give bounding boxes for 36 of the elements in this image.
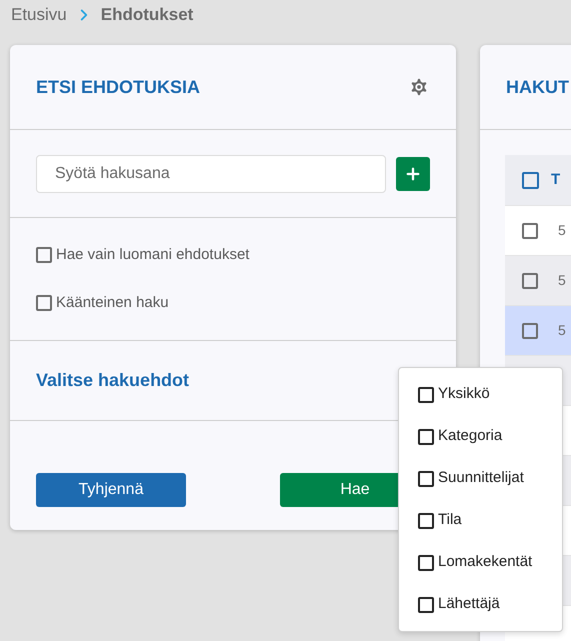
checkbox[interactable] bbox=[522, 222, 538, 238]
table-row[interactable]: 5 bbox=[505, 305, 571, 355]
checkbox-label: Hae vain luomani ehdotukset bbox=[56, 244, 250, 264]
column-header[interactable]: T bbox=[551, 168, 560, 192]
checkbox[interactable] bbox=[36, 246, 52, 263]
menu-item[interactable]: Suunnittelijat bbox=[438, 467, 524, 490]
table-cell-text: 5 bbox=[558, 221, 566, 240]
section-title[interactable]: Valitse hakuehdot bbox=[36, 367, 190, 394]
menu-item[interactable]: Tila bbox=[438, 509, 462, 532]
checkbox[interactable] bbox=[418, 428, 434, 444]
menu-item[interactable]: Lähettäjä bbox=[438, 593, 500, 616]
plus-icon bbox=[404, 164, 422, 182]
search-field[interactable]: Syötä hakusana bbox=[36, 154, 386, 192]
add-button[interactable] bbox=[396, 156, 430, 190]
checkbox[interactable] bbox=[418, 596, 434, 612]
checkbox[interactable] bbox=[522, 172, 539, 188]
checkbox[interactable] bbox=[522, 322, 538, 338]
checkbox[interactable] bbox=[418, 470, 434, 486]
table-cell-text: 5 bbox=[558, 321, 566, 340]
table-cell-text: 5 bbox=[558, 271, 566, 290]
table-row[interactable]: 5 bbox=[505, 255, 571, 305]
checkbox[interactable] bbox=[36, 295, 52, 312]
breadcrumb-link[interactable]: Etusivu bbox=[11, 2, 67, 28]
checkbox[interactable] bbox=[418, 554, 434, 570]
menu-item[interactable]: Kategoria bbox=[438, 425, 502, 448]
checkbox-label: Käänteinen haku bbox=[56, 293, 169, 313]
checkbox[interactable] bbox=[418, 386, 434, 402]
menu-item[interactable]: Yksikkö bbox=[438, 383, 490, 406]
menu-item[interactable]: Lomakekentät bbox=[438, 551, 532, 574]
checkbox[interactable] bbox=[522, 272, 538, 288]
checkbox[interactable] bbox=[418, 512, 434, 528]
clear-button[interactable]: Tyhjennä bbox=[36, 472, 186, 506]
panel-title: ETSI EHDOTUKSIA bbox=[36, 76, 200, 98]
panel-title: HAKUT bbox=[506, 76, 569, 98]
breadcrumb-current: Ehdotukset bbox=[100, 4, 194, 26]
table-row[interactable]: 5 bbox=[505, 205, 571, 255]
